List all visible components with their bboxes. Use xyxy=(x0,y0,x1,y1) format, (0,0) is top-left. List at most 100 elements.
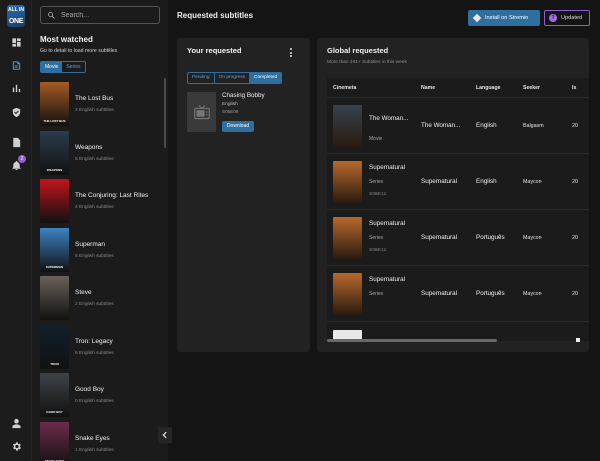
row-language: English xyxy=(476,178,497,185)
movie-info: Good Boy 0 English subtitles xyxy=(75,386,114,404)
list-item[interactable]: WEAPONS Weapons 5 English subtitles xyxy=(40,130,160,176)
document-icon[interactable] xyxy=(8,134,24,150)
movie-info: Snake Eyes 1 English subtitles xyxy=(75,435,114,453)
row-seeker: Maycon xyxy=(523,235,542,241)
search-box[interactable] xyxy=(40,6,160,24)
row-cinemeta-title: Supernatural xyxy=(369,220,406,227)
table-row[interactable]: Supernatural Series Supernatural Português M… xyxy=(327,266,589,322)
search-icon xyxy=(48,11,55,19)
row-poster xyxy=(333,217,362,259)
movie-info: The Lost Bus 2 English subtitles xyxy=(75,95,114,113)
logo-top-text: ALL IN xyxy=(7,7,25,13)
movie-subtitle-count: 5 English subtitles xyxy=(75,253,114,259)
table-row[interactable]: Supernatural Series S06E12 Supernatural Port… xyxy=(327,210,589,266)
movie-poster xyxy=(40,276,69,320)
movie-poster: THE LOST BUS xyxy=(40,82,69,126)
your-requested-title: Your requested xyxy=(187,46,242,55)
movie-info: The Conjuring: Last Rites 4 English subti… xyxy=(75,192,148,210)
row-name: Supernatural xyxy=(421,290,458,297)
row-seeker: Maycon xyxy=(523,179,542,185)
column-name[interactable]: Name xyxy=(421,85,435,91)
list-item[interactable]: TRON Tron: Legacy 6 English subtitles xyxy=(40,324,160,370)
request-item-language: English xyxy=(222,102,238,107)
collapse-sidebar-button[interactable] xyxy=(158,427,172,443)
gear-icon[interactable] xyxy=(8,438,24,454)
movie-title: Steve xyxy=(75,289,92,296)
table-row[interactable]: The Woman... Movie The Woman... English Balg… xyxy=(327,98,589,154)
segment-movie[interactable]: Movie xyxy=(41,62,63,72)
movie-poster: GOOD BOY xyxy=(40,373,69,417)
help-icon: ? xyxy=(549,14,557,22)
movie-title: Superman xyxy=(75,240,105,248)
row-name: The Woman... xyxy=(421,122,461,129)
table-horizontal-scrollbar[interactable] xyxy=(327,339,497,342)
chart-icon[interactable] xyxy=(8,80,24,96)
global-requests-table: Cinemeta Name Language Seeker Is The Wom… xyxy=(327,78,589,341)
row-media-type: Series xyxy=(369,291,384,297)
movie-subtitle-count: 2 English subtitles xyxy=(75,302,114,307)
row-media-type: Series xyxy=(369,235,384,241)
movie-info: Tron: Legacy 6 English subtitles xyxy=(75,338,114,356)
updated-label: Updated xyxy=(561,15,583,21)
segment-series[interactable]: Series xyxy=(62,62,84,72)
global-requested-card: Global requested More than 491+ Subtitle… xyxy=(317,38,589,352)
movie-title: Snake Eyes xyxy=(75,434,110,442)
list-item[interactable]: The Conjuring: Last Rites 4 English subti… xyxy=(40,178,160,224)
row-episode: S06E12 xyxy=(369,248,387,253)
list-item[interactable]: SUPERMAN Superman 5 English subtitles xyxy=(40,227,160,273)
row-language: Português xyxy=(476,290,505,297)
row-poster xyxy=(333,161,362,203)
tab-completed[interactable]: Completed xyxy=(250,73,282,83)
column-is[interactable]: Is xyxy=(572,85,576,91)
movie-poster: WEAPONS xyxy=(40,130,69,175)
updated-button[interactable]: ? Updated xyxy=(544,10,590,26)
install-stremio-button[interactable]: Install on Stremio xyxy=(468,10,540,26)
page-title: Requested subtitles xyxy=(177,11,254,20)
row-is: 20 xyxy=(572,291,578,297)
global-requested-title: Global requested xyxy=(327,46,389,55)
notification-badge: 2 xyxy=(18,155,26,163)
movie-title: Weapons xyxy=(75,143,103,151)
your-requested-card: Your requested Pending On progress Compl… xyxy=(177,38,310,352)
table-row[interactable]: Supernatural Series S06E12 Supernatural Engl… xyxy=(327,154,589,210)
movie-title: Good Boy xyxy=(75,386,104,393)
list-item[interactable]: GOOD BOY Good Boy 0 English subtitles xyxy=(40,372,160,418)
app-logo[interactable]: ALL IN ONE xyxy=(7,5,25,27)
movie-info: Weapons 5 English subtitles xyxy=(75,144,114,162)
tab-pending[interactable]: Pending xyxy=(188,73,215,83)
tv-placeholder-icon xyxy=(187,92,216,132)
movie-subtitle-count: 5 English subtitles xyxy=(75,156,114,162)
movie-subtitle-count: 6 English subtitles xyxy=(75,350,114,356)
shield-icon[interactable] xyxy=(8,104,24,120)
global-requested-subtitle: More than 491+ Subtitles in this week xyxy=(327,60,407,65)
subtitles-icon[interactable] xyxy=(8,57,24,73)
more-options-icon[interactable] xyxy=(288,48,294,58)
column-seeker[interactable]: Seeker xyxy=(523,85,540,91)
search-input[interactable] xyxy=(61,11,156,19)
poster-title: TRON xyxy=(50,361,59,366)
list-item[interactable]: Steve 2 English subtitles xyxy=(40,275,160,321)
bell-icon[interactable]: 2 xyxy=(8,155,26,173)
nav-rail: ALL IN ONE 2 xyxy=(0,0,32,461)
app-root: ALL IN ONE 2 Search... Most watched Go t… xyxy=(0,0,600,461)
column-cinemeta[interactable]: Cinemeta xyxy=(333,85,356,91)
list-item[interactable]: SNAKE EYES Snake Eyes 1 English subtitles xyxy=(40,421,160,461)
dashboard-icon[interactable] xyxy=(8,34,24,50)
movie-poster: TRON xyxy=(40,324,69,369)
download-button[interactable]: Download xyxy=(222,121,254,132)
user-icon[interactable] xyxy=(8,415,24,431)
row-episode: S06E12 xyxy=(369,192,387,197)
column-language[interactable]: Language xyxy=(476,85,501,91)
row-seeker: Maycon xyxy=(523,291,542,297)
movie-poster xyxy=(40,179,69,223)
row-language: Português xyxy=(476,234,505,241)
scroll-corner xyxy=(576,338,580,342)
movie-subtitle-count: 2 English subtitles xyxy=(75,108,114,113)
row-is: 20 xyxy=(572,235,578,241)
list-item[interactable]: THE LOST BUS The Lost Bus 2 English subtit… xyxy=(40,81,160,127)
movie-title: Tron: Legacy xyxy=(75,337,113,345)
sidebar-scrollbar[interactable] xyxy=(164,78,166,148)
movie-subtitle-count: 0 English subtitles xyxy=(75,399,114,404)
tab-on-progress[interactable]: On progress xyxy=(215,73,251,83)
movie-subtitle-count: 1 English subtitles xyxy=(75,447,114,453)
